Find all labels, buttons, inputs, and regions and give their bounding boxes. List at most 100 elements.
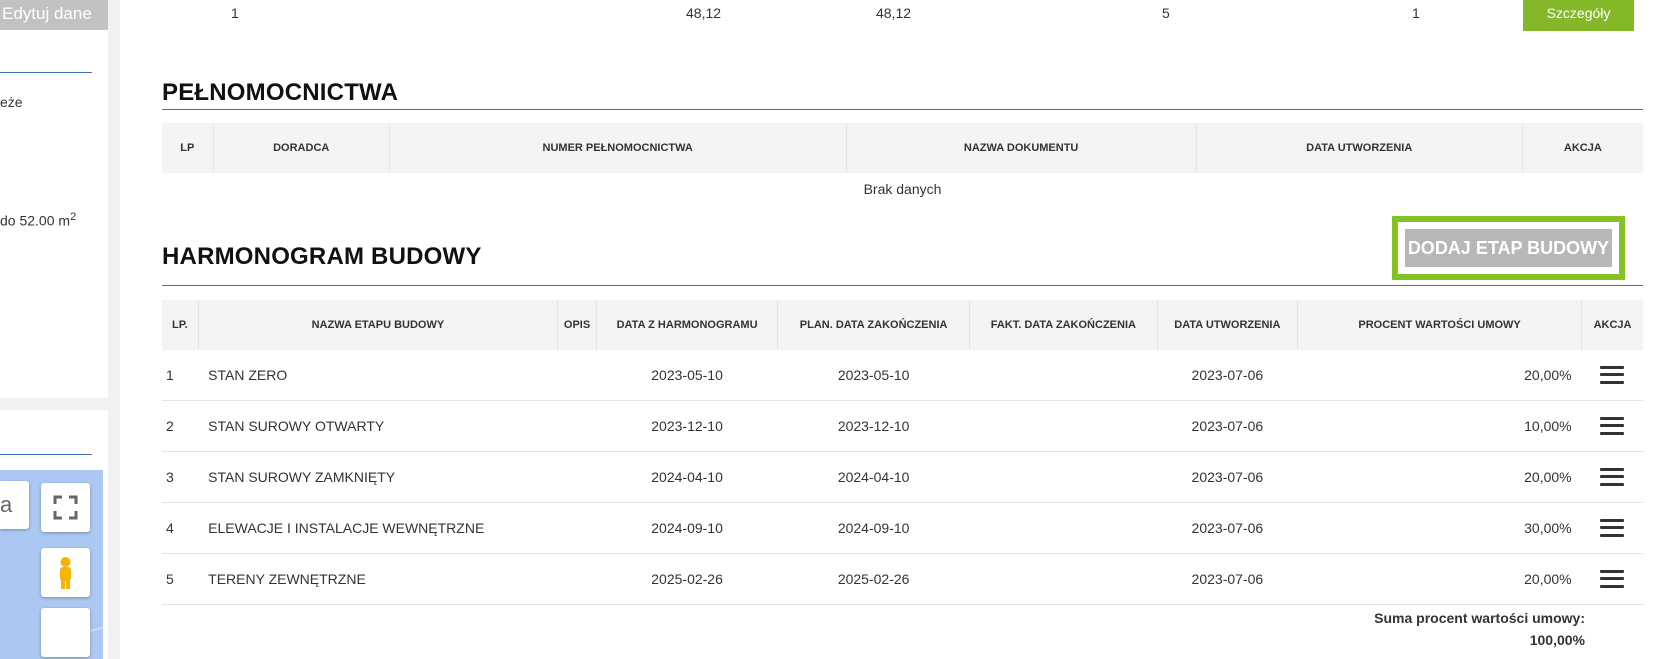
details-button[interactable]: Szczegóły <box>1523 0 1634 31</box>
col-stage-name[interactable]: NAZWA ETAPU BUDOWY <box>198 300 559 350</box>
cell-created-date: 2023-07-06 <box>1157 400 1298 452</box>
cell-schedule-date: 2025-02-26 <box>596 553 778 605</box>
section-title-schedule: HARMONOGRAM BUDOWY <box>162 243 482 270</box>
cell-planned-end: 2023-05-10 <box>777 350 970 401</box>
table-row: 2 STAN SUROWY OTWARTY 2023-12-10 2023-12-10… <box>162 400 1643 452</box>
col-description[interactable]: OPIS <box>557 300 597 350</box>
menu-icon[interactable] <box>1600 518 1625 538</box>
cell: 1 <box>1412 5 1420 21</box>
col-actual-end[interactable]: FAKT. DATA ZAKOŃCZENIA <box>969 300 1158 350</box>
sum-value: 100,00% <box>1529 632 1585 648</box>
table-header-row: LP DORADCA NUMER PEŁNOMOCNICTWA NAZWA DO… <box>162 123 1643 173</box>
col-schedule-date[interactable]: DATA Z HARMONOGRAMU <box>596 300 779 350</box>
cell-contract-percent: 20,00% <box>1297 553 1582 605</box>
menu-icon[interactable] <box>1600 416 1625 436</box>
cell-schedule-date: 2023-05-10 <box>596 350 778 401</box>
cell-lp: 5 <box>162 553 199 605</box>
col-lp[interactable]: LP <box>162 123 214 173</box>
cell-description <box>557 502 597 554</box>
col-power-number[interactable]: NUMER PEŁNOMOCNICTWA <box>389 123 847 173</box>
cell-planned-end: 2023-12-10 <box>777 400 970 452</box>
cell: 1 <box>231 5 239 21</box>
street-view-button[interactable] <box>41 548 90 597</box>
cell: 5 <box>1162 5 1170 21</box>
cell-created-date: 2023-07-06 <box>1157 502 1298 554</box>
table-row: 1 STAN ZERO 2023-05-10 2023-05-10 2023-07-06… <box>162 350 1643 401</box>
cell-contract-percent: 20,00% <box>1297 451 1582 503</box>
cell: 48,12 <box>876 5 912 21</box>
left-sidebar: Edytuj dane eże do 52.00 m2 a <box>0 0 108 659</box>
col-action: AKCJA <box>1522 123 1643 173</box>
col-contract-percent[interactable]: PROCENT WARTOŚCI UMOWY <box>1297 300 1583 350</box>
add-stage-button[interactable]: DODAJ ETAP BUDOWY <box>1405 229 1612 267</box>
cell-lp: 4 <box>162 502 199 554</box>
no-data-text: Brak danych <box>863 181 942 197</box>
col-created-date[interactable]: DATA UTWORZENIA <box>1196 123 1523 173</box>
cell-action <box>1581 451 1643 503</box>
cell-action <box>1581 350 1643 401</box>
section-title-powers: PEŁNOMOCNICTWA <box>162 79 399 106</box>
cell-description <box>557 451 597 503</box>
col-advisor[interactable]: DORADCA <box>213 123 390 173</box>
col-planned-end[interactable]: PLAN. DATA ZAKOŃCZENIA <box>777 300 971 350</box>
cell-created-date: 2023-07-06 <box>1157 553 1298 605</box>
table-header-row: LP. NAZWA ETAPU BUDOWY OPIS DATA Z HARMO… <box>162 300 1643 350</box>
area-value: do 52.00 m <box>0 212 71 229</box>
cell-lp: 1 <box>162 350 199 401</box>
cell-actual-end <box>969 451 1158 503</box>
cell-description <box>557 400 597 452</box>
menu-icon[interactable] <box>1600 365 1625 385</box>
map-fullscreen-button[interactable] <box>41 483 90 532</box>
col-document-name[interactable]: NAZWA DOKUMENTU <box>846 123 1197 173</box>
table-row: 4 ELEWACJE I INSTALACJE WEWNĘTRZNE 2024-09… <box>162 502 1643 554</box>
cell-contract-percent: 10,00% <box>1297 400 1582 452</box>
menu-icon[interactable] <box>1600 467 1625 487</box>
cell-actual-end <box>969 553 1158 605</box>
cell-actual-end <box>969 350 1158 401</box>
cell-action <box>1581 502 1643 554</box>
cell-planned-end: 2025-02-26 <box>777 553 970 605</box>
cell-planned-end: 2024-04-10 <box>777 451 970 503</box>
property-card: Edytuj dane eże do 52.00 m2 <box>0 0 108 398</box>
add-stage-highlight: DODAJ ETAP BUDOWY <box>1392 216 1625 280</box>
cell-action <box>1581 400 1643 452</box>
divider <box>0 454 92 455</box>
map-zoom-button[interactable] <box>41 608 90 657</box>
cell-contract-percent: 20,00% <box>1297 350 1582 401</box>
cell-created-date: 2023-07-06 <box>1157 350 1298 401</box>
cell-description <box>557 553 597 605</box>
cell: 48,12 <box>686 5 722 21</box>
table-row: 3 STAN SUROWY ZAMKNIĘTY 2024-04-10 2024-04-… <box>162 451 1643 503</box>
cell-schedule-date: 2023-12-10 <box>596 400 778 452</box>
cell-actual-end <box>969 502 1158 554</box>
cell-planned-end: 2024-09-10 <box>777 502 970 554</box>
table-row: 5 TERENY ZEWNĘTRZNE 2025-02-26 2025-02-26 20… <box>162 553 1643 605</box>
cell-description <box>557 350 597 401</box>
map[interactable]: a <box>0 470 103 659</box>
sum-label: Suma procent wartości umowy: <box>1374 610 1585 626</box>
property-area-text: do 52.00 m2 <box>0 211 76 229</box>
main-panel: 1 48,12 48,12 5 1 Szczegóły PEŁNOMOCNICT… <box>120 0 1663 659</box>
col-created-date[interactable]: DATA UTWORZENIA <box>1157 300 1299 350</box>
cell-stage-name: STAN SUROWY ZAMKNIĘTY <box>198 451 558 503</box>
edit-data-button[interactable]: Edytuj dane <box>0 0 108 30</box>
cell-stage-name: STAN SUROWY OTWARTY <box>198 400 558 452</box>
property-text: eże <box>0 94 23 110</box>
map-search-box[interactable]: a <box>0 481 29 529</box>
cell-actual-end <box>969 400 1158 452</box>
col-action: AKCJA <box>1581 300 1643 350</box>
menu-icon[interactable] <box>1600 569 1625 589</box>
schedule-table: LP. NAZWA ETAPU BUDOWY OPIS DATA Z HARMO… <box>162 300 1643 605</box>
pegman-icon <box>60 557 71 589</box>
fullscreen-icon <box>53 495 78 520</box>
section-divider <box>162 285 1643 286</box>
divider <box>0 72 92 73</box>
cell-lp: 3 <box>162 451 199 503</box>
cell-stage-name: ELEWACJE I INSTALACJE WEWNĘTRZNE <box>198 502 558 554</box>
cell-contract-percent: 30,00% <box>1297 502 1582 554</box>
cell-created-date: 2023-07-06 <box>1157 451 1298 503</box>
cell-action <box>1581 553 1643 605</box>
cell-schedule-date: 2024-09-10 <box>596 502 778 554</box>
col-lp[interactable]: LP. <box>162 300 199 350</box>
cell-lp: 2 <box>162 400 199 452</box>
